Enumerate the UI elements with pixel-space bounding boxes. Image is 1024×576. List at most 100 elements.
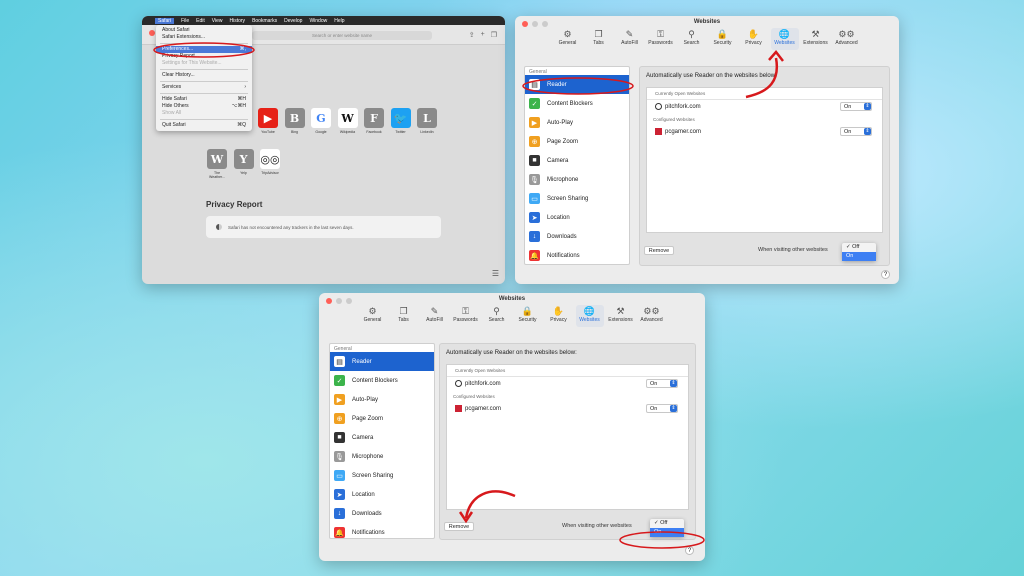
tab-advanced[interactable]: ⚙⚙ Advanced xyxy=(833,28,861,50)
sidebar-item-camera[interactable]: ■ Camera xyxy=(330,428,434,447)
minimize-button[interactable] xyxy=(336,298,342,304)
privacy-report-card[interactable]: Safari has not encountered any trackers … xyxy=(206,216,441,238)
menubar-item-safari[interactable]: Safari xyxy=(155,17,175,24)
menubar-item-view[interactable]: View xyxy=(212,18,223,24)
menu-item[interactable]: Safari Extensions... xyxy=(156,34,252,41)
close-button[interactable] xyxy=(326,298,332,304)
menu-item-label: Hide Safari xyxy=(162,96,187,102)
sidebar-item-screen-sharing[interactable]: ▭ Screen Sharing xyxy=(525,189,629,208)
remove-button[interactable]: Remove xyxy=(444,522,474,531)
tab-extensions[interactable]: ⚒ Extensions xyxy=(607,305,635,327)
zoom-button[interactable] xyxy=(346,298,352,304)
remove-button[interactable]: Remove xyxy=(644,246,674,255)
menu-item[interactable]: About Safari xyxy=(156,27,252,34)
sidebar-item-location[interactable]: ➤ Location xyxy=(330,485,434,504)
new-tab-icon[interactable]: + xyxy=(481,31,485,39)
sidebar-item-downloads[interactable]: ↓ Downloads xyxy=(330,504,434,523)
favorite-youtube[interactable]: ▶ YouTube xyxy=(257,108,279,134)
menubar-item-history[interactable]: History xyxy=(230,18,246,24)
tab-advanced[interactable]: ⚙⚙ Advanced xyxy=(638,305,666,327)
menubar-item-develop[interactable]: Develop xyxy=(284,18,302,24)
site-reader-select[interactable]: On ⇕ xyxy=(646,379,678,388)
tab-extensions[interactable]: ⚒ Extensions xyxy=(802,28,830,50)
favorite-wikipedia[interactable]: W Wikipedia xyxy=(337,108,359,134)
help-button[interactable]: ? xyxy=(685,546,694,555)
site-reader-select[interactable]: On ⇕ xyxy=(840,102,872,111)
close-button[interactable] xyxy=(149,30,155,36)
favorite-tripadvisor[interactable]: ◎◎ TripAdvisor xyxy=(259,149,281,175)
sidebar-item-notifications[interactable]: 🔔 Notifications xyxy=(525,246,629,264)
favorite-twitter[interactable]: 🐦 Twitter xyxy=(390,108,412,134)
popup-option-on[interactable]: On xyxy=(842,252,876,261)
favorite-facebook[interactable]: F Facebook xyxy=(363,108,385,134)
close-button[interactable] xyxy=(522,21,528,27)
menu-item[interactable]: Preferences... ⌘, xyxy=(156,46,252,53)
popup-option-on[interactable]: On xyxy=(650,528,684,537)
sidebar-item-page-zoom[interactable]: ⊕ Page Zoom xyxy=(330,409,434,428)
tab-passwords[interactable]: ⚿ Passwords xyxy=(452,305,480,327)
favorite-theweather[interactable]: W The Weather... xyxy=(206,149,228,179)
sidebar-item-content-blockers[interactable]: ✓ Content Blockers xyxy=(330,371,434,390)
sidebar-item-content-blockers[interactable]: ✓ Content Blockers xyxy=(525,94,629,113)
customize-icon[interactable]: ☰ xyxy=(492,269,499,278)
tab-tabs[interactable]: ❐ Tabs xyxy=(585,28,613,50)
tab-autofill[interactable]: ✎ AutoFill xyxy=(616,28,644,50)
sidebar-item-camera[interactable]: ■ Camera xyxy=(525,151,629,170)
sidebar-item-screen-sharing[interactable]: ▭ Screen Sharing xyxy=(330,466,434,485)
address-bar[interactable]: Search or enter website name xyxy=(252,31,432,40)
menubar-item-file[interactable]: File xyxy=(181,18,189,24)
menu-item[interactable]: Hide Others ⌥⌘H xyxy=(156,103,252,110)
menu-item[interactable]: Quit Safari ⌘Q xyxy=(156,122,252,129)
tab-security[interactable]: 🔒 Security xyxy=(514,305,542,327)
menubar-item-bookmarks[interactable]: Bookmarks xyxy=(252,18,277,24)
tab-tabs[interactable]: ❐ Tabs xyxy=(390,305,418,327)
minimize-button[interactable] xyxy=(532,21,538,27)
popup-option-off[interactable]: ✓ Off xyxy=(650,519,684,528)
favorite-bing[interactable]: B Bing xyxy=(284,108,306,134)
section-currently-open: Currently Open Websites xyxy=(647,88,882,100)
menubar-item-help[interactable]: Help xyxy=(334,18,344,24)
menu-item[interactable]: Services › xyxy=(156,84,252,91)
zoom-button[interactable] xyxy=(542,21,548,27)
site-reader-select[interactable]: On ⇕ xyxy=(840,127,872,136)
menu-item[interactable]: Hide Safari ⌘H xyxy=(156,96,252,103)
tab-websites[interactable]: 🌐 Websites xyxy=(770,28,799,50)
microphone-icon: 🎙 xyxy=(334,451,345,462)
tab-search[interactable]: ⚲ Search xyxy=(678,28,706,50)
tab-websites[interactable]: 🌐 Websites xyxy=(575,305,604,327)
other-websites-popup[interactable]: ✓ Off On xyxy=(842,243,876,261)
sidebar-item-microphone[interactable]: 🎙 Microphone xyxy=(525,170,629,189)
tab-label: AutoFill xyxy=(621,40,638,46)
favorite-google[interactable]: G Google xyxy=(310,108,332,134)
favorite-linkedin[interactable]: L LinkedIn xyxy=(416,108,438,134)
share-icon[interactable]: ⇪ xyxy=(469,31,475,39)
menu-item[interactable]: Clear History... xyxy=(156,72,252,79)
sidebar-item-auto-play[interactable]: ▶ Auto-Play xyxy=(525,113,629,132)
tab-overview-icon[interactable]: ❐ xyxy=(491,31,497,39)
sidebar-item-reader[interactable]: ▤ Reader xyxy=(525,75,629,94)
tab-general[interactable]: ⚙ General xyxy=(554,28,582,50)
site-reader-select[interactable]: On ⇕ xyxy=(646,404,678,413)
tab-privacy[interactable]: ✋ Privacy xyxy=(545,305,573,327)
tab-autofill[interactable]: ✎ AutoFill xyxy=(421,305,449,327)
sidebar-item-auto-play[interactable]: ▶ Auto-Play xyxy=(330,390,434,409)
menubar-item-window[interactable]: Window xyxy=(309,18,327,24)
tab-privacy[interactable]: ✋ Privacy xyxy=(740,28,768,50)
sidebar-item-microphone[interactable]: 🎙 Microphone xyxy=(330,447,434,466)
tab-general[interactable]: ⚙ General xyxy=(359,305,387,327)
sidebar-item-downloads[interactable]: ↓ Downloads xyxy=(525,227,629,246)
sidebar-item-location[interactable]: ➤ Location xyxy=(525,208,629,227)
menu-item[interactable]: Privacy Report... xyxy=(156,53,252,60)
sidebar-item-notifications[interactable]: 🔔 Notifications xyxy=(330,523,434,538)
popup-option-off[interactable]: ✓ Off xyxy=(842,243,876,252)
sidebar-item-reader[interactable]: ▤ Reader xyxy=(330,352,434,371)
other-websites-popup[interactable]: ✓ Off On xyxy=(650,519,684,537)
tab-passwords[interactable]: ⚿ Passwords xyxy=(647,28,675,50)
help-button[interactable]: ? xyxy=(881,270,890,279)
tab-search[interactable]: ⚲ Search xyxy=(483,305,511,327)
site-name: pcgamer.com xyxy=(665,128,702,135)
tab-security[interactable]: 🔒 Security xyxy=(709,28,737,50)
sidebar-item-page-zoom[interactable]: ⊕ Page Zoom xyxy=(525,132,629,151)
menubar-item-edit[interactable]: Edit xyxy=(196,18,205,24)
favorite-yelp[interactable]: Y Yelp xyxy=(233,149,255,175)
